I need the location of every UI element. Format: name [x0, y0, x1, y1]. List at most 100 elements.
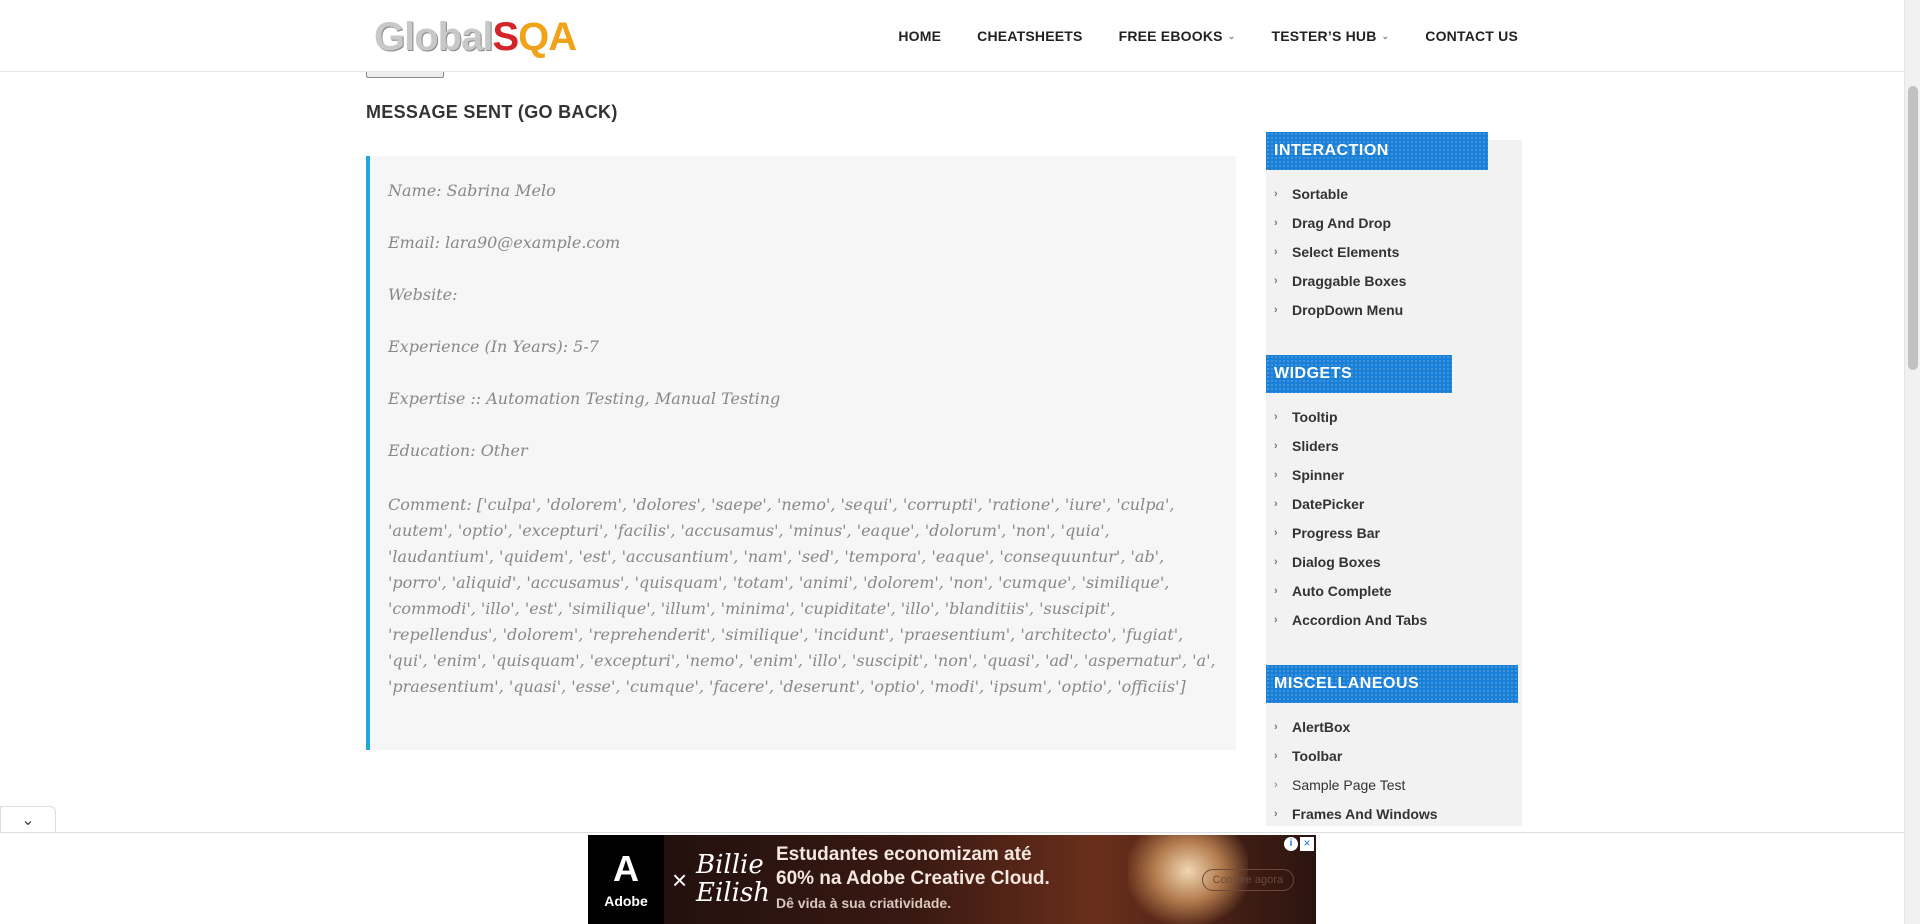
sidebar-item-label: Frames And Windows	[1292, 805, 1438, 822]
ad-artist: Billie Eilish	[696, 850, 771, 908]
nav-contact-us-label: CONTACT US	[1425, 28, 1518, 44]
widget-title-miscellaneous: MISCELLANEOUS	[1266, 665, 1518, 703]
interaction-list: › Sortable › Drag And Drop › Select Element…	[1266, 179, 1522, 324]
sidebar-item-select-elements[interactable]: › Select Elements	[1266, 237, 1522, 266]
message-sent-title[interactable]: MESSAGE SENT (GO BACK)	[366, 102, 618, 123]
main-nav: HOME CHEATSHEETS FREE EBOOKS ⌄ TESTER’S H…	[898, 0, 1518, 72]
chevron-right-icon: ›	[1274, 526, 1278, 539]
chevron-right-icon: ›	[1274, 749, 1278, 762]
widgets-list: › Tooltip › Sliders › Spinner › DatePicker ›…	[1266, 402, 1522, 634]
chevron-right-icon: ›	[1274, 497, 1278, 510]
sidebar-item-drag-and-drop[interactable]: › Drag And Drop	[1266, 208, 1522, 237]
sidebar-item-auto-complete[interactable]: › Auto Complete	[1266, 576, 1522, 605]
sidebar-item-label: Sample Page Test	[1292, 776, 1406, 793]
nav-cheatsheets-label: CHEATSHEETS	[977, 28, 1083, 44]
sidebar-item-tooltip[interactable]: › Tooltip	[1266, 402, 1522, 431]
chevron-right-icon: ›	[1274, 778, 1278, 791]
sidebar-item-accordion-and-tabs[interactable]: › Accordion And Tabs	[1266, 605, 1522, 634]
sidebar-item-label: Progress Bar	[1292, 524, 1380, 541]
chevron-right-icon: ›	[1274, 807, 1278, 820]
page-scrollbar[interactable]	[1904, 0, 1920, 924]
chevron-right-icon: ›	[1274, 187, 1278, 200]
sidebar-item-toolbar[interactable]: › Toolbar	[1266, 741, 1522, 770]
collab-x-icon: ×	[672, 865, 688, 895]
sidebar-item-label: Dialog Boxes	[1292, 553, 1381, 570]
nav-testers-hub[interactable]: TESTER’S HUB ⌄	[1271, 28, 1389, 44]
field-email: Email: lara90@example.com	[388, 233, 621, 252]
nav-testers-hub-label: TESTER’S HUB	[1271, 28, 1377, 44]
chevron-right-icon: ›	[1274, 613, 1278, 626]
chevron-right-icon: ›	[1274, 410, 1278, 423]
ad-brand: Adobe	[604, 893, 648, 909]
sidebar-item-dropdown-menu[interactable]: › DropDown Menu	[1266, 295, 1522, 324]
sidebar-item-label: Drag And Drop	[1292, 214, 1392, 231]
nav-free-ebooks[interactable]: FREE EBOOKS ⌄	[1119, 28, 1236, 44]
ad-headline-line1: Estudantes economizam até	[776, 844, 1032, 865]
chevron-down-icon: ⌄	[1227, 30, 1236, 41]
info-icon[interactable]: i	[1284, 837, 1298, 851]
widget-title-widgets: WIDGETS	[1266, 355, 1452, 393]
logo-text-s: S	[492, 14, 519, 59]
sidebar-item-draggable-boxes[interactable]: › Draggable Boxes	[1266, 266, 1522, 295]
adobe-logo-icon: A	[613, 848, 639, 889]
logo-text-qa: QA	[518, 14, 577, 59]
scrollbar-thumb[interactable]	[1908, 86, 1918, 370]
sidebar-item-sample-page-test[interactable]: › Sample Page Test	[1266, 770, 1522, 799]
ad-subline: Dê vida à sua criatividade.	[776, 895, 952, 911]
nav-home[interactable]: HOME	[898, 28, 941, 44]
field-comment: Comment: ['culpa', 'dolorem', 'dolores',…	[388, 495, 1216, 696]
field-education: Education: Other	[388, 441, 528, 460]
nav-home-label: HOME	[898, 28, 942, 44]
chevron-right-icon: ›	[1274, 584, 1278, 597]
field-expertise: Expertise :: Automation Testing, Manual …	[388, 389, 781, 408]
adobe-logo-box: A Adobe	[588, 835, 664, 924]
chevron-down-icon: ⌄	[21, 811, 35, 829]
ad-headline-line2: 60% na Adobe Creative Cloud.	[776, 868, 1050, 889]
sidebar-item-alertbox[interactable]: › AlertBox	[1266, 712, 1522, 741]
adobe-ad-banner[interactable]: ◈ A Adobe × Billie Eilish Estudantes eco…	[588, 835, 1316, 924]
bottom-ad-bar: ◈ A Adobe × Billie Eilish Estudantes eco…	[0, 832, 1904, 924]
sidebar-item-sliders[interactable]: › Sliders	[1266, 431, 1522, 460]
site-logo[interactable]: Global S QA	[374, 14, 577, 59]
sidebar-item-sortable[interactable]: › Sortable	[1266, 179, 1522, 208]
sidebar-item-frames-and-windows[interactable]: › Frames And Windows	[1266, 799, 1522, 828]
widget-title-interaction: INTERACTION	[1266, 132, 1488, 170]
sidebar-item-label: Toolbar	[1292, 747, 1343, 764]
sidebar-item-label: Sliders	[1292, 437, 1339, 454]
chevron-right-icon: ›	[1274, 303, 1278, 316]
sidebar-item-spinner[interactable]: › Spinner	[1266, 460, 1522, 489]
misc-list: › AlertBox › Toolbar › Sample Page Test › Fr…	[1266, 712, 1522, 828]
sidebar-item-label: Accordion And Tabs	[1292, 611, 1428, 628]
sidebar-item-datepicker[interactable]: › DatePicker	[1266, 489, 1522, 518]
sidebar-item-progress-bar[interactable]: › Progress Bar	[1266, 518, 1522, 547]
sidebar-item-label: Tooltip	[1292, 408, 1338, 425]
sidebar-item-dialog-boxes[interactable]: › Dialog Boxes	[1266, 547, 1522, 576]
sidebar-item-label: Sortable	[1292, 185, 1349, 202]
nav-cheatsheets[interactable]: CHEATSHEETS	[977, 28, 1082, 44]
chevron-right-icon: ›	[1274, 245, 1278, 258]
ad-headline: Estudantes economizam até 60% na Adobe C…	[776, 843, 1050, 891]
field-experience: Experience (In Years): 5-7	[388, 337, 599, 356]
chevron-right-icon: ›	[1274, 274, 1278, 287]
nav-contact-us[interactable]: CONTACT US	[1425, 28, 1518, 44]
chevron-right-icon: ›	[1274, 555, 1278, 568]
chevron-down-icon: ⌄	[1381, 30, 1390, 41]
ad-collapse-toggle[interactable]: ⌄	[0, 806, 56, 832]
submitted-data-quote: Name: Sabrina Melo Email: lara90@example…	[366, 156, 1236, 750]
close-icon[interactable]: ×	[1300, 837, 1314, 851]
sidebar-item-label: Spinner	[1292, 466, 1345, 483]
field-website: Website:	[388, 285, 458, 304]
sidebar-item-label: AlertBox	[1292, 718, 1351, 735]
sidebar-item-label: DropDown Menu	[1292, 301, 1404, 318]
chevron-right-icon: ›	[1274, 720, 1278, 733]
sidebar-item-label: Select Elements	[1292, 243, 1400, 260]
chevron-right-icon: ›	[1274, 468, 1278, 481]
field-name: Name: Sabrina Melo	[388, 181, 556, 200]
sidebar: INTERACTION › Sortable › Drag And Drop › Se…	[1266, 132, 1522, 828]
ad-cta-button[interactable]: Compre agora	[1201, 869, 1294, 891]
nav-free-ebooks-label: FREE EBOOKS	[1118, 28, 1223, 44]
sidebar-item-label: Auto Complete	[1292, 582, 1392, 599]
chevron-right-icon: ›	[1274, 439, 1278, 452]
site-header: Global S QA HOME CHEATSHEETS FREE EBOOKS ⌄ …	[0, 0, 1904, 72]
chevron-right-icon: ›	[1274, 216, 1278, 229]
